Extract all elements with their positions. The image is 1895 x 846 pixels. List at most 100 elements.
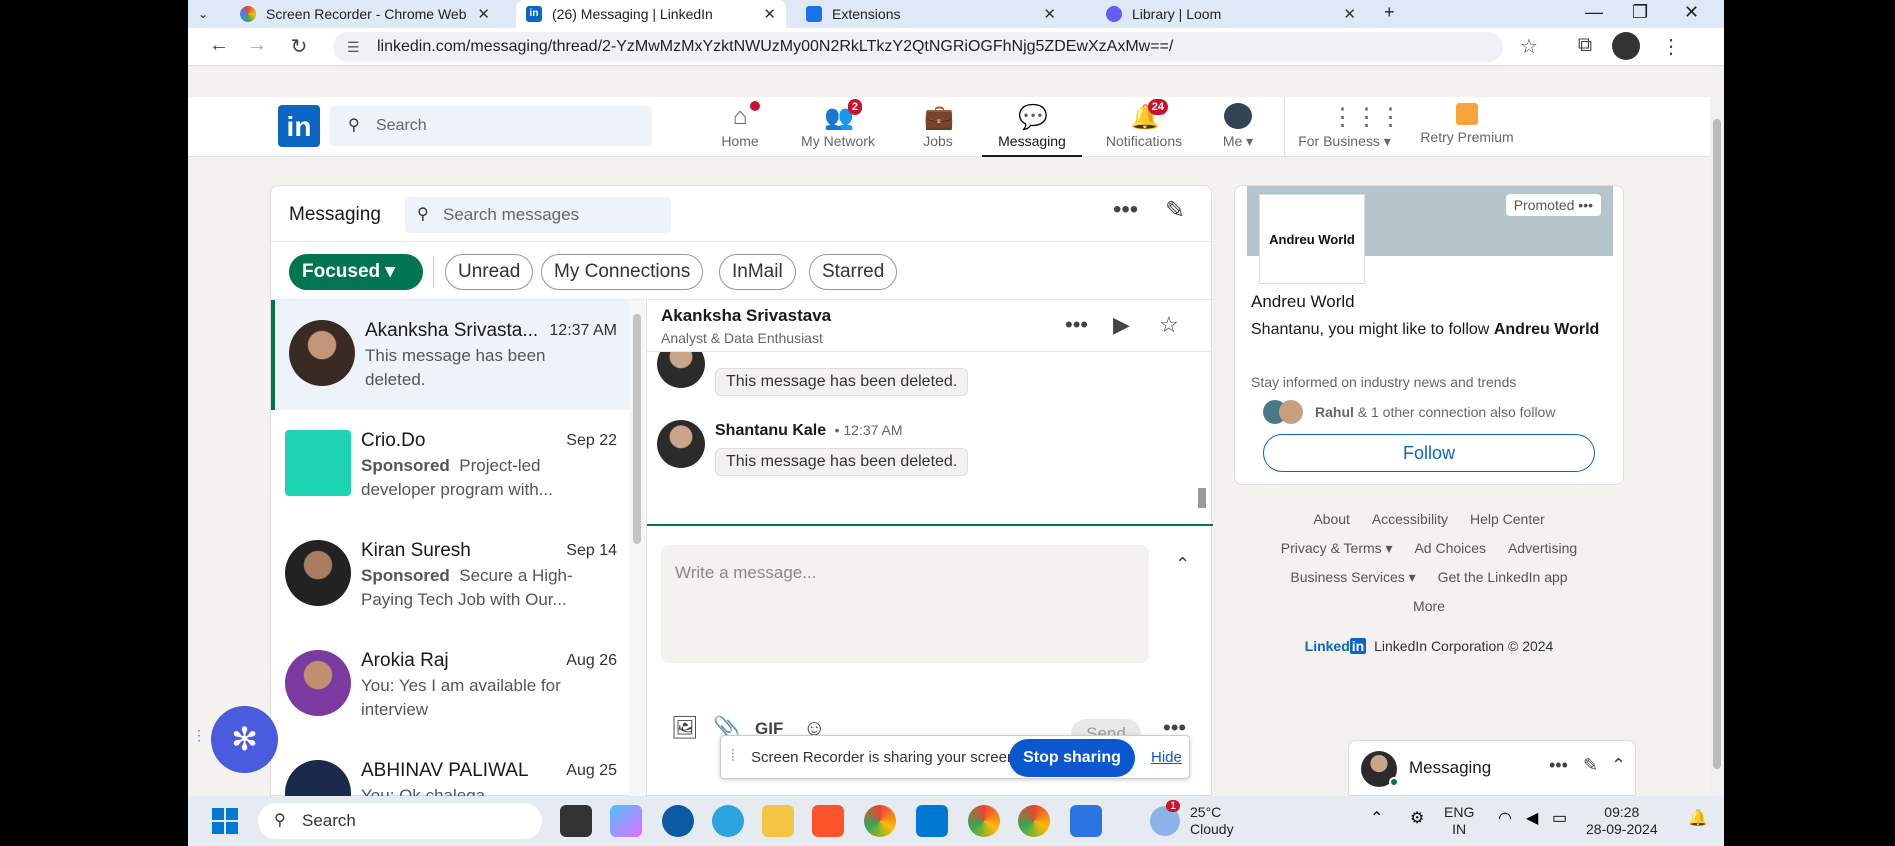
language-indicator[interactable]: ENG IN xyxy=(1444,804,1474,838)
footer-link[interactable]: Help Center xyxy=(1470,511,1545,527)
promoted-badge[interactable]: Promoted ••• xyxy=(1505,194,1601,216)
chevron-up-icon[interactable]: ⌃ xyxy=(1611,755,1626,776)
drag-handle-icon[interactable]: ⦙ xyxy=(731,748,735,766)
chrome-app-icon[interactable] xyxy=(968,805,1000,837)
extensions-icon[interactable]: ⧉ xyxy=(1572,34,1598,57)
conversation-scrollbar[interactable] xyxy=(629,300,645,796)
nav-notifications[interactable]: 🔔 24 Notifications xyxy=(1094,97,1194,157)
filter-inmail[interactable]: InMail xyxy=(719,254,796,290)
filter-starred[interactable]: Starred xyxy=(809,254,898,290)
recorder-floating-button[interactable]: ✻ xyxy=(211,706,278,773)
nav-jobs[interactable]: 💼 Jobs xyxy=(910,97,966,157)
compose-icon[interactable]: ✎ xyxy=(1583,755,1598,776)
tab-loom[interactable]: Library | Loom ✕ xyxy=(1096,0,1366,28)
sender-name[interactable]: Shantanu Kale xyxy=(715,422,826,439)
nav-retry-premium[interactable]: Retry Premium xyxy=(1410,97,1524,157)
global-search-input[interactable]: ⚲ Search xyxy=(330,106,652,146)
linkedin-logo[interactable]: in xyxy=(278,105,320,147)
nav-my-network[interactable]: 👥 2 My Network xyxy=(788,97,888,157)
close-icon[interactable]: ✕ xyxy=(477,5,490,23)
forward-icon[interactable]: → xyxy=(244,34,270,57)
filter-unread[interactable]: Unread xyxy=(445,254,534,290)
nav-me[interactable]: Me ▾ xyxy=(1208,97,1268,157)
url-bar[interactable]: ☰ linkedin.com/messaging/thread/2-YzMwMz… xyxy=(333,32,1503,62)
star-icon[interactable]: ☆ xyxy=(1159,312,1179,338)
footer-link[interactable]: Get the LinkedIn app xyxy=(1438,569,1568,585)
reload-icon[interactable]: ↻ xyxy=(286,34,312,59)
volume-icon[interactable]: ◀ xyxy=(1526,808,1538,828)
nav-home[interactable]: ⌂ Home xyxy=(708,97,772,157)
conversation-item[interactable]: Arokia Raj Aug 26 You: Yes I am availabl… xyxy=(271,630,629,740)
compose-icon[interactable]: ✎ xyxy=(1165,196,1185,225)
tab-search-button[interactable]: ⌄ xyxy=(188,0,222,28)
page-scrollbar[interactable] xyxy=(1710,97,1724,796)
site-info-icon[interactable]: ☰ xyxy=(347,32,360,62)
screen-recorder-app-icon[interactable] xyxy=(1070,805,1102,837)
footer-link[interactable]: Privacy & Terms ▾ xyxy=(1281,540,1393,556)
more-options-icon[interactable]: ••• xyxy=(1113,196,1138,224)
terminal-app-icon[interactable] xyxy=(560,805,592,837)
footer-link[interactable]: Accessibility xyxy=(1372,511,1448,527)
chevron-up-icon[interactable]: ⌃ xyxy=(1370,808,1383,828)
mini-messaging-bar[interactable]: Messaging ••• ✎ ⌃ xyxy=(1348,740,1636,796)
tab-linkedin-messaging[interactable]: in (26) Messaging | LinkedIn ✕ xyxy=(516,0,786,28)
scrollbar-thumb[interactable] xyxy=(1713,119,1721,769)
weather-widget[interactable]: 25°C Cloudy xyxy=(1190,804,1234,838)
close-icon[interactable]: ✕ xyxy=(1343,5,1356,23)
ad-logo[interactable]: Andreu World xyxy=(1259,194,1365,284)
copilot-app-icon[interactable] xyxy=(610,805,642,837)
network-tray-icon[interactable]: ⚙ xyxy=(1410,808,1424,828)
nav-for-business[interactable]: ⋮⋮⋮ For Business ▾ xyxy=(1284,97,1404,157)
conversation-item[interactable]: Crio.Do Sep 22 Sponsored Project-led dev… xyxy=(271,410,629,520)
conversation-item[interactable]: Akanksha Srivasta... 12:37 AM This messa… xyxy=(271,300,629,410)
close-icon[interactable]: ✕ xyxy=(763,5,776,23)
taskbar-search[interactable]: ⚲ Search xyxy=(258,803,542,839)
stop-sharing-button[interactable]: Stop sharing xyxy=(1009,739,1135,777)
menu-icon[interactable]: ⋮ xyxy=(1658,34,1684,59)
wifi-icon[interactable]: ◠ xyxy=(1498,808,1512,828)
edge-app-icon[interactable] xyxy=(662,805,694,837)
conversation-item[interactable]: ABHINAV PALIWAL Aug 25 You: Ok chalega xyxy=(271,740,629,796)
scrollbar-thumb[interactable] xyxy=(633,314,641,544)
tab-screen-recorder[interactable]: Screen Recorder - Chrome Web ✕ xyxy=(230,0,500,28)
brave-app-icon[interactable] xyxy=(812,805,844,837)
file-explorer-icon[interactable] xyxy=(762,805,794,837)
follow-button[interactable]: Follow xyxy=(1263,434,1595,472)
nav-messaging[interactable]: 💬 Messaging xyxy=(982,97,1082,157)
vscode-app-icon[interactable] xyxy=(916,805,948,837)
clock[interactable]: 09:28 28-09-2024 xyxy=(1586,804,1658,838)
telegram-app-icon[interactable] xyxy=(712,805,744,837)
more-options-icon[interactable]: ••• xyxy=(1549,755,1568,776)
filter-focused[interactable]: Focused ▾ xyxy=(289,254,423,290)
hide-link[interactable]: Hide xyxy=(1151,749,1182,766)
conversation-item[interactable]: Kiran Suresh Sep 14 Sponsored Secure a H… xyxy=(271,520,629,630)
message-input[interactable]: Write a message... xyxy=(661,545,1149,663)
chrome-app-icon[interactable] xyxy=(1018,805,1050,837)
windows-start-icon[interactable] xyxy=(212,808,238,834)
ad-company-name[interactable]: Andreu World xyxy=(1251,292,1355,312)
footer-link[interactable]: Advertising xyxy=(1508,540,1577,556)
footer-link[interactable]: Ad Choices xyxy=(1414,540,1486,556)
minimize-icon[interactable]: — xyxy=(1585,2,1603,23)
more-options-icon[interactable]: ••• xyxy=(1065,312,1088,338)
message-search-input[interactable]: ⚲ Search messages xyxy=(405,197,671,233)
image-icon[interactable]: 🖼 xyxy=(671,715,699,741)
new-tab-icon[interactable]: + xyxy=(1384,2,1395,23)
close-icon[interactable]: ✕ xyxy=(1043,5,1056,23)
profile-avatar[interactable] xyxy=(1612,32,1640,60)
footer-link[interactable]: About xyxy=(1313,511,1350,527)
filter-my-connections[interactable]: My Connections xyxy=(541,254,704,290)
close-window-icon[interactable]: ✕ xyxy=(1684,2,1699,23)
back-icon[interactable]: ← xyxy=(206,34,232,57)
battery-icon[interactable]: ▭ xyxy=(1552,808,1567,828)
tab-extensions[interactable]: Extensions ✕ xyxy=(796,0,1066,28)
video-call-icon[interactable]: ▶ xyxy=(1113,312,1130,338)
star-icon[interactable]: ☆ xyxy=(1516,34,1542,59)
footer-link[interactable]: Business Services ▾ xyxy=(1290,569,1415,585)
thread-name[interactable]: Akanksha Srivastava xyxy=(661,306,831,326)
footer-more-link[interactable]: More xyxy=(1413,598,1445,614)
thread-scrollbar[interactable] xyxy=(1195,352,1209,524)
scrollbar-thumb[interactable] xyxy=(1198,488,1206,508)
chevron-up-icon[interactable]: ⌃ xyxy=(1175,554,1190,575)
maximize-icon[interactable]: ❐ xyxy=(1632,2,1648,23)
